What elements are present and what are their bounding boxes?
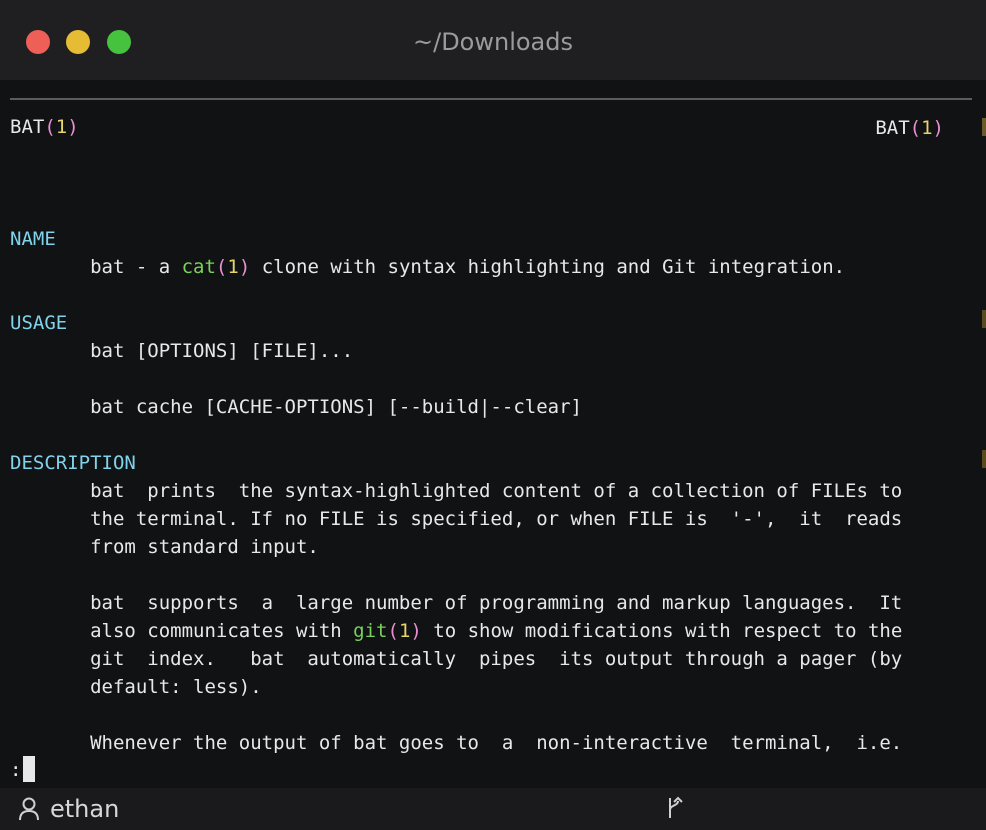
section-heading-name: NAME: [10, 228, 56, 250]
scroll-marker: [982, 450, 986, 468]
man-header-right: BAT(1): [875, 117, 944, 139]
description-line: bat supports a large number of programmi…: [10, 592, 903, 614]
user-name: ethan: [50, 795, 120, 823]
description-line: the terminal. If no FILE is specified, o…: [10, 508, 903, 530]
description-line: also communicates with git(1) to show mo…: [10, 620, 903, 642]
man-header-left: BAT(1): [10, 116, 79, 138]
description-line: bat prints the syntax-highlighted conten…: [10, 480, 903, 502]
name-line: bat - a cat(1) clone with syntax highlig…: [10, 256, 846, 278]
window-title: ~/Downloads: [413, 28, 573, 56]
section-heading-usage: USAGE: [10, 312, 68, 334]
section-heading-description: DESCRIPTION: [10, 452, 136, 474]
description-line: Whenever the output of bat goes to a non…: [10, 732, 903, 754]
pager-prompt[interactable]: :: [10, 756, 21, 784]
git-branch-icon: [669, 796, 683, 818]
usage-line-1: bat [OPTIONS] [FILE]...: [10, 340, 354, 362]
description-line: from standard input.: [10, 536, 319, 558]
description-line: git index. bat automatically pipes its o…: [10, 648, 903, 670]
description-line: default: less).: [10, 676, 262, 698]
terminal-window: ~/Downloads BAT(1) BAT(1) NAME bat - a c…: [0, 0, 986, 830]
status-bar: ethan: [0, 788, 986, 830]
person-icon: [19, 797, 39, 821]
scroll-marker: [982, 310, 986, 328]
pager-top-rule: [10, 98, 972, 100]
usage-line-2: bat cache [CACHE-OPTIONS] [--build|--cle…: [10, 396, 582, 418]
title-bar: ~/Downloads: [0, 0, 986, 80]
terminal-content[interactable]: BAT(1) BAT(1) NAME bat - a cat(1) clone …: [0, 80, 986, 788]
scroll-marker: [982, 118, 986, 136]
text-cursor: [23, 756, 35, 782]
